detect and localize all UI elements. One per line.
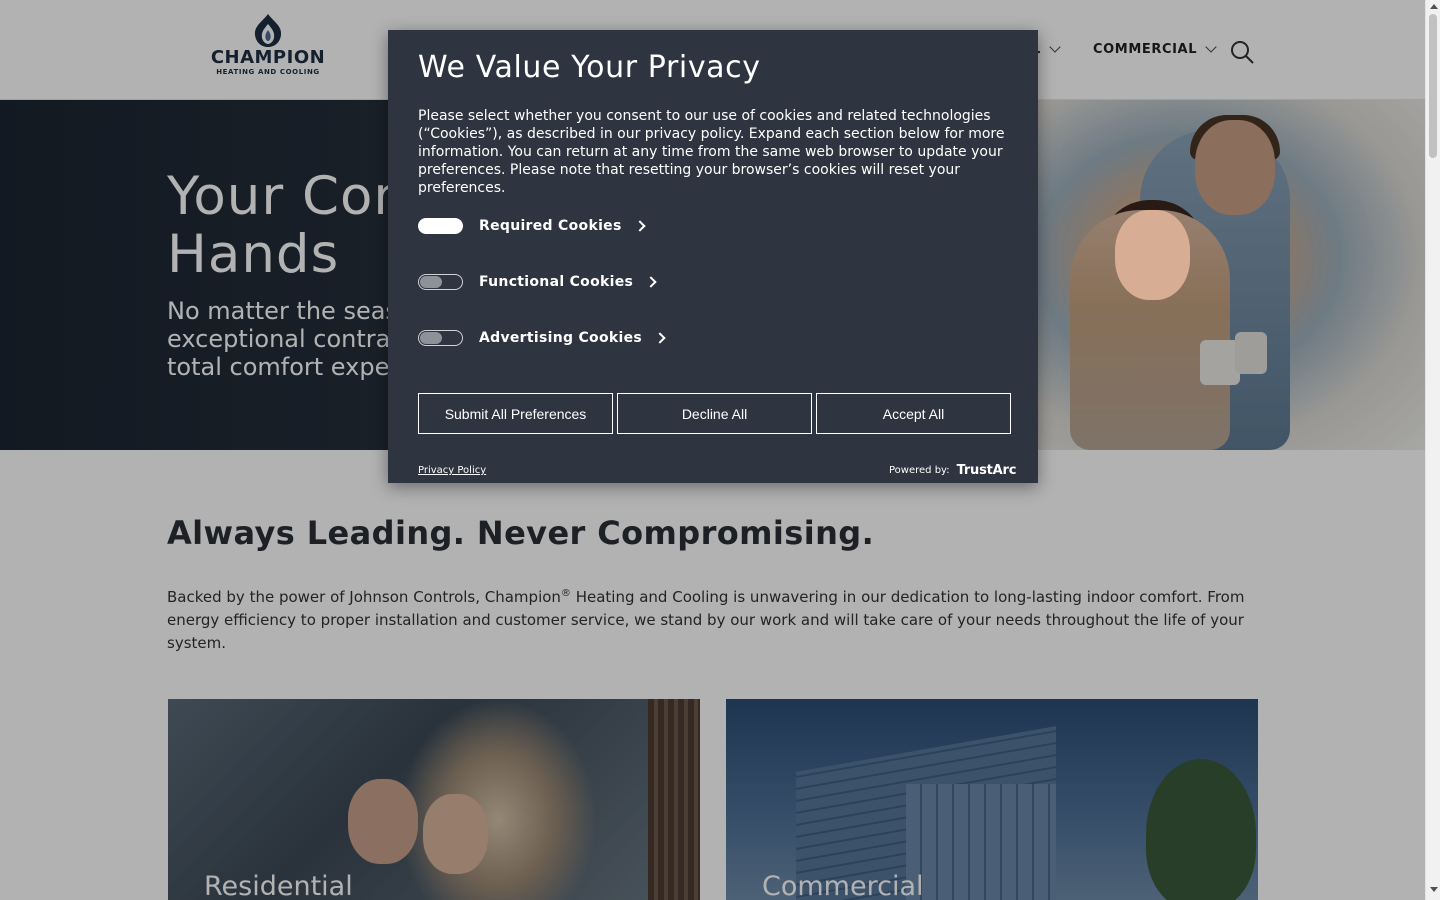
functional-cookies-toggle[interactable]	[418, 274, 463, 290]
cookie-category-required[interactable]: Required Cookies	[418, 216, 646, 236]
cookie-category-label: Advertising Cookies	[479, 330, 643, 346]
powered-by: Powered by: TrustArc	[889, 463, 1016, 478]
chevron-right-icon	[654, 332, 666, 344]
dialog-description: Please select whether you consent to our…	[418, 108, 1005, 196]
cookie-category-functional[interactable]: Functional Cookies	[418, 272, 657, 292]
advertising-cookies-toggle[interactable]	[418, 330, 463, 346]
trustarc-logo[interactable]: TrustArc	[957, 463, 1017, 478]
decline-all-button[interactable]: Decline All	[617, 393, 812, 434]
chevron-right-icon	[633, 220, 646, 232]
page-scrollbar[interactable]	[1425, 0, 1440, 900]
powered-by-label: Powered by:	[889, 465, 950, 476]
cookie-category-advertising[interactable]: Advertising Cookies	[418, 328, 666, 348]
accept-all-button[interactable]: Accept All	[816, 393, 1011, 434]
dialog-title: We Value Your Privacy	[418, 50, 761, 85]
scroll-up-arrow-icon[interactable]	[1430, 4, 1438, 9]
chevron-right-icon	[645, 276, 657, 288]
submit-preferences-button[interactable]: Submit All Preferences	[418, 393, 613, 434]
privacy-policy-link[interactable]: Privacy Policy	[418, 465, 486, 476]
scroll-down-arrow-icon[interactable]	[1430, 887, 1438, 892]
cookie-category-label: Functional Cookies	[479, 274, 634, 290]
cookie-category-label: Required Cookies	[479, 218, 622, 234]
required-cookies-toggle[interactable]	[418, 218, 463, 234]
privacy-consent-dialog: We Value Your Privacy Please select whet…	[388, 30, 1038, 483]
scrollbar-thumb[interactable]	[1429, 14, 1437, 158]
